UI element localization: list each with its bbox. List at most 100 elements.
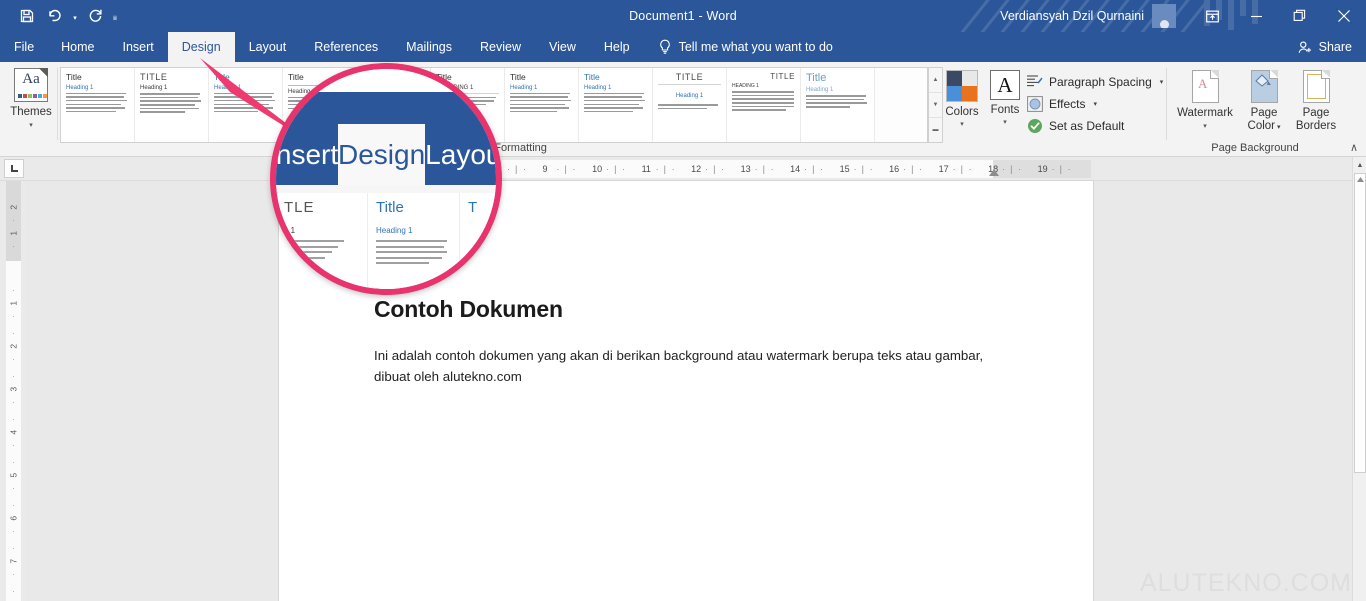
colors-dropdown-icon[interactable]: ▾ xyxy=(940,120,984,128)
share-label: Share xyxy=(1318,40,1352,54)
redo-icon[interactable] xyxy=(82,3,108,29)
ruler-tick: · xyxy=(721,163,725,174)
vruler-tick: · xyxy=(12,311,15,321)
page-borders-button[interactable]: Page Borders xyxy=(1288,70,1344,133)
style-title: Title xyxy=(584,72,600,82)
style-title: TITLE xyxy=(140,72,168,82)
magnified-style-thumbnail[interactable]: TLE g 1 xyxy=(276,193,368,289)
ruler-tick: · xyxy=(572,163,576,174)
set-as-default-label: Set as Default xyxy=(1049,118,1125,133)
collapse-ribbon-button[interactable]: ∧ xyxy=(1350,141,1358,154)
style-title: Title xyxy=(66,72,82,82)
watermark-dropdown-icon[interactable]: ▾ xyxy=(1174,122,1236,130)
tab-insert[interactable]: Insert xyxy=(109,32,168,62)
right-indent-marker[interactable] xyxy=(989,169,999,176)
vruler-number: 5 xyxy=(8,472,19,478)
style-thumbnail[interactable]: Title Heading 1 xyxy=(801,68,875,142)
ribbon-display-options-icon[interactable] xyxy=(1190,0,1234,32)
style-body-lines xyxy=(140,93,203,113)
ruler-tick: | xyxy=(762,163,765,174)
document-heading[interactable]: Contoh Dokumen xyxy=(374,296,563,323)
style-title: Title xyxy=(806,72,827,84)
paragraph-spacing-dropdown-icon[interactable]: ▾ xyxy=(1160,78,1164,86)
customize-qat-icon[interactable]: ⩸ xyxy=(110,3,120,29)
scrollbar-thumb[interactable] xyxy=(1354,173,1366,473)
style-thumbnail[interactable]: TITLE HEADING 1 xyxy=(727,68,801,142)
tab-layout[interactable]: Layout xyxy=(235,32,301,62)
ribbon-body: Aa Themes ▾ Title Heading 1 TITLE Headin… xyxy=(0,62,1366,157)
magnified-tab-insert[interactable]: nsert xyxy=(276,124,338,185)
tell-me-search[interactable]: Tell me what you want to do xyxy=(658,32,833,62)
ruler-number: 14 xyxy=(790,163,801,174)
page-color-button[interactable]: Page Color ▾ xyxy=(1240,70,1288,134)
font-a-icon: A xyxy=(990,70,1020,100)
horizontal-ruler[interactable]: 4·|·5·|·6·|·7·|·8·|·9·|·10·|·11·|·12·|·1… xyxy=(0,157,1352,181)
style-thumbnail[interactable]: Title Heading 1 xyxy=(61,68,136,142)
minimize-icon[interactable] xyxy=(1234,0,1278,32)
account-name[interactable]: Verdiansyah Dzil Qurnaini xyxy=(1000,9,1152,23)
tab-review[interactable]: Review xyxy=(466,32,535,62)
tab-references[interactable]: References xyxy=(300,32,392,62)
paragraph-spacing-label: Paragraph Spacing xyxy=(1049,74,1152,89)
themes-button[interactable]: Aa Themes ▾ xyxy=(8,68,54,129)
tab-mailings-label: Mailings xyxy=(406,40,453,54)
vruler-tick: · xyxy=(12,241,15,251)
style-thumbnail[interactable]: Title Heading 1 xyxy=(209,68,283,142)
ruler-tick: | xyxy=(515,163,518,174)
ruler-tick: · xyxy=(655,163,659,174)
ruler-number: 15 xyxy=(839,163,850,174)
ruler-tick: · xyxy=(903,163,907,174)
style-thumbnail[interactable]: Title Heading 1 xyxy=(579,68,653,142)
effects-icon xyxy=(1026,95,1043,112)
paragraph-spacing-button[interactable]: Paragraph Spacing ▾ xyxy=(1026,73,1163,90)
set-as-default-button[interactable]: Set as Default xyxy=(1026,117,1124,134)
style-thumbnail[interactable]: Title Heading 1 xyxy=(505,68,579,142)
watermark-label: Watermark xyxy=(1177,107,1233,119)
tab-mailings[interactable]: Mailings xyxy=(392,32,466,62)
magnified-style-thumbnail[interactable]: T xyxy=(460,193,496,289)
magnified-gallery: TLE g 1 Title Heading 1 T xyxy=(276,193,496,289)
tell-me-label: Tell me what you want to do xyxy=(678,40,833,54)
watermark-button[interactable]: A Watermark ▾ xyxy=(1174,70,1236,130)
vertical-scrollbar[interactable]: ▲ xyxy=(1352,157,1366,601)
restore-icon[interactable] xyxy=(1278,0,1322,32)
vertical-ruler[interactable]: 2·1·1··2··3··4··5··6··7··8·· xyxy=(0,181,26,601)
magnified-style-heading: g 1 xyxy=(284,226,296,235)
ruler-number: 11 xyxy=(641,163,651,174)
save-icon[interactable] xyxy=(14,3,40,29)
ruler-tick: · xyxy=(869,163,873,174)
style-body-lines xyxy=(732,91,795,111)
magnified-tab-bar: nsert Design Layou xyxy=(276,124,496,185)
svg-text:A: A xyxy=(1198,76,1208,91)
ruler-tick: · xyxy=(671,163,675,174)
magnified-tab-design[interactable]: Design xyxy=(338,124,426,185)
magnified-ribbon: TLE g 1 Title Heading 1 T xyxy=(276,185,496,289)
tab-design[interactable]: Design xyxy=(167,32,235,62)
tab-stop-left-icon[interactable] xyxy=(4,159,24,178)
effects-button[interactable]: Effects ▾ xyxy=(1026,95,1097,112)
style-thumbnail[interactable]: TITLE Heading 1 xyxy=(653,68,727,142)
undo-icon[interactable] xyxy=(42,3,68,29)
vruler-number: 2 xyxy=(8,343,19,349)
tab-help[interactable]: Help xyxy=(590,32,644,62)
magnified-tab-layout[interactable]: Layou xyxy=(425,124,496,185)
tab-view[interactable]: View xyxy=(535,32,590,62)
theme-fonts-button[interactable]: A Fonts ▾ xyxy=(984,70,1026,126)
close-icon[interactable] xyxy=(1322,0,1366,32)
avatar[interactable] xyxy=(1152,4,1176,28)
effects-dropdown-icon[interactable]: ▾ xyxy=(1093,100,1097,108)
ruler-tick: · xyxy=(1051,163,1055,174)
vruler-number: 3 xyxy=(8,386,19,392)
style-thumbnail[interactable]: TITLE Heading 1 xyxy=(135,68,209,142)
tab-home[interactable]: Home xyxy=(47,32,108,62)
scroll-up-button[interactable]: ▲ xyxy=(1353,157,1366,173)
document-paragraph[interactable]: Ini adalah contoh dokumen yang akan di b… xyxy=(374,345,999,387)
magnified-style-thumbnail[interactable]: Title Heading 1 xyxy=(368,193,460,289)
tab-home-label: Home xyxy=(61,40,95,54)
theme-colors-button[interactable]: Colors ▾ xyxy=(940,70,984,128)
undo-dropdown-icon[interactable]: ▾ xyxy=(70,3,80,29)
tab-file[interactable]: File xyxy=(0,32,47,62)
share-button[interactable]: Share xyxy=(1298,32,1352,62)
themes-dropdown-icon[interactable]: ▾ xyxy=(8,121,54,129)
fonts-dropdown-icon[interactable]: ▾ xyxy=(984,118,1026,126)
